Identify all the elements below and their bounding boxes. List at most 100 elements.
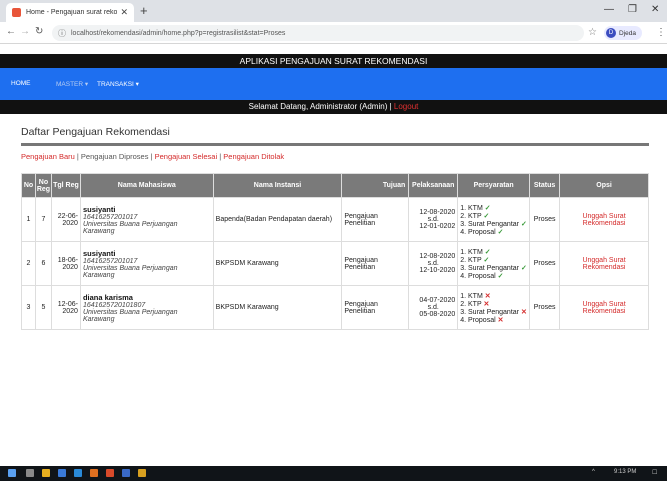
main-navbar: HOME MASTER ▾ TRANSAKSI ▾	[0, 68, 667, 100]
close-window-icon[interactable]: ✕	[651, 4, 659, 15]
nav-transaksi[interactable]: TRANSAKSI ▾	[97, 80, 139, 88]
student-university: Universitas Buana Perjuangan Karawang	[82, 220, 178, 235]
taskbar-app-icon[interactable]	[74, 469, 82, 477]
cell-persyaratan: 1. KTM ✓ 2. KTP ✓ 3. Surat Pengantar ✓ 4…	[457, 241, 531, 286]
cell-instansi: BKPSDM Karawang	[212, 285, 343, 330]
back-icon[interactable]: ←	[6, 26, 16, 37]
site-favicon-icon	[12, 8, 21, 17]
cell-no-reg: 7	[34, 197, 52, 242]
filter-diproses-link[interactable]: Pengajuan Diproses	[81, 152, 149, 161]
col-header-no: No	[21, 173, 36, 198]
notification-icon[interactable]: ☐	[652, 469, 657, 476]
filter-selesai-link[interactable]: Pengajuan Selesai	[155, 152, 218, 161]
check-icon: ✓	[497, 228, 504, 236]
cell-persyaratan: 1. KTM ✓ 2. KTP ✓ 3. Surat Pengantar ✓ 4…	[457, 197, 531, 242]
check-icon: ✓	[484, 204, 491, 212]
reload-icon[interactable]: ↻	[35, 26, 43, 37]
nav-home[interactable]: HOME	[11, 80, 31, 87]
maximize-icon[interactable]: ❐	[628, 4, 637, 15]
status-filter-links: Pengajuan Baru | Pengajuan Diproses | Pe…	[21, 152, 285, 161]
student-nim: 16416257201017	[82, 257, 138, 265]
filter-ditolak-link[interactable]: Pengajuan Ditolak	[223, 152, 284, 161]
cell-tgl-reg: 18-06-2020	[50, 241, 81, 286]
cell-status: Proses	[529, 285, 561, 330]
cell-no-reg: 6	[34, 241, 52, 286]
col-header-tujuan: Tujuan	[341, 173, 410, 198]
upload-recommendation-link[interactable]: Unggah Surat Rekomendasi	[559, 197, 649, 242]
student-name: susiyanti	[82, 204, 116, 214]
col-header-no-reg: No Reg	[34, 173, 52, 198]
student-nim: 16416257201017	[82, 213, 138, 221]
url-text: localhost/rekomendasi/admin/home.php?p=r…	[71, 29, 286, 37]
heading-divider	[21, 143, 649, 146]
cell-status: Proses	[529, 241, 561, 286]
cell-pelaksanaan: 12-08-2020 s.d. 12-10-2020	[408, 241, 459, 286]
new-tab-icon[interactable]: +	[140, 3, 148, 18]
cell-status: Proses	[529, 197, 561, 242]
student-name: susiyanti	[82, 248, 116, 258]
bookmark-star-icon[interactable]: ☆	[588, 27, 597, 38]
table-row: 3 5 12-06-2020 diana karisma 16416257201…	[21, 285, 649, 330]
filter-baru-link[interactable]: Pengajuan Baru	[21, 152, 75, 161]
file-explorer-icon[interactable]	[42, 469, 50, 477]
cell-tujuan: Pengajuan Penelitian	[341, 197, 410, 242]
url-field[interactable]: ⓘ localhost/rekomendasi/admin/home.php?p…	[52, 25, 584, 41]
chrome-taskbar-icon[interactable]	[138, 469, 146, 477]
cell-persyaratan: 1. KTM ✕ 2. KTP ✕ 3. Surat Pengantar ✕ 4…	[457, 285, 531, 330]
col-header-opsi: Opsi	[559, 173, 649, 198]
student-nim: 16416257201018​07	[82, 301, 146, 309]
check-icon: ✓	[520, 264, 527, 272]
col-header-persyaratan: Persyaratan	[457, 173, 531, 198]
welcome-bar: Selamat Datang, Administrator (Admin) | …	[0, 100, 667, 114]
cell-mahasiswa: susiyanti 16416257201017 Universitas Bua…	[79, 241, 214, 286]
avatar: D	[606, 28, 616, 38]
cell-no: 1	[21, 197, 36, 242]
browser-tab-strip: Home - Pengajuan surat rekome ✕ + — ❐ ✕	[0, 0, 667, 22]
cross-icon: ✕	[520, 308, 527, 316]
nav-master[interactable]: MASTER ▾	[56, 80, 88, 88]
table-row: 1 7 22-06-2020 susiyanti 16416257201017 …	[21, 197, 649, 242]
cell-tgl-reg: 12-06-2020	[50, 285, 81, 330]
cell-instansi: Bapenda(Badan Pendapatan daerah)	[212, 197, 343, 242]
cell-tujuan: Pengajuan Penelitian	[341, 285, 410, 330]
cell-pelaksanaan: 04-07-2020 s.d. 05-08-2020	[408, 285, 459, 330]
windows-start-icon[interactable]	[8, 469, 16, 477]
minimize-icon[interactable]: —	[604, 4, 614, 15]
taskbar-app-icon[interactable]	[122, 469, 130, 477]
profile-button[interactable]: D Djeda	[604, 26, 642, 40]
tab-title: Home - Pengajuan surat rekome	[26, 9, 118, 16]
cell-tgl-reg: 22-06-2020	[50, 197, 81, 242]
cell-mahasiswa: susiyanti 16416257201017 Universitas Bua…	[79, 197, 214, 242]
close-tab-icon[interactable]: ✕	[120, 7, 128, 18]
task-view-icon[interactable]	[26, 469, 34, 477]
student-name: diana karisma	[82, 292, 133, 302]
profile-name: Djeda	[619, 29, 636, 37]
cell-pelaksanaan: 12-08-2020 s.d. 12-01-0202	[408, 197, 459, 242]
logout-link[interactable]: Logout	[394, 102, 418, 111]
cell-no: 2	[21, 241, 36, 286]
upload-recommendation-link[interactable]: Unggah Surat Rekomendasi	[559, 241, 649, 286]
check-icon: ✓	[520, 220, 527, 228]
table-row: 2 6 18-06-2020 susiyanti 16416257201017 …	[21, 241, 649, 286]
taskbar-app-icon[interactable]	[106, 469, 114, 477]
taskbar-app-icon[interactable]	[58, 469, 66, 477]
address-bar: ← → ↻ ⓘ localhost/rekomendasi/admin/home…	[0, 22, 667, 44]
cell-mahasiswa: diana karisma 16416257201018​07 Universi…	[79, 285, 214, 330]
student-university: Universitas Buana Perjuangan Karawang	[82, 264, 178, 279]
os-taskbar: ^ 9:13 PM ☐	[0, 466, 667, 481]
check-icon: ✓	[483, 256, 490, 264]
site-info-icon[interactable]: ⓘ	[58, 28, 66, 39]
cross-icon: ✕	[484, 292, 491, 300]
app-title: APLIKASI PENGAJUAN SURAT REKOMENDASI	[0, 54, 667, 68]
forward-icon[interactable]: →	[20, 26, 30, 37]
cross-icon: ✕	[497, 316, 504, 324]
upload-recommendation-link[interactable]: Unggah Surat Rekomendasi	[559, 285, 649, 330]
cell-tujuan: Pengajuan Penelitian	[341, 241, 410, 286]
taskbar-app-icon[interactable]	[90, 469, 98, 477]
browser-menu-icon[interactable]: ⋮	[656, 27, 666, 38]
table-header-row: No No Reg Tgl Reg Nama Mahasiswa Nama In…	[21, 173, 649, 198]
tray-chevron-icon[interactable]: ^	[592, 469, 595, 475]
cell-no-reg: 5	[34, 285, 52, 330]
col-header-status: Status	[529, 173, 561, 198]
browser-tab[interactable]: Home - Pengajuan surat rekome ✕	[6, 3, 134, 22]
